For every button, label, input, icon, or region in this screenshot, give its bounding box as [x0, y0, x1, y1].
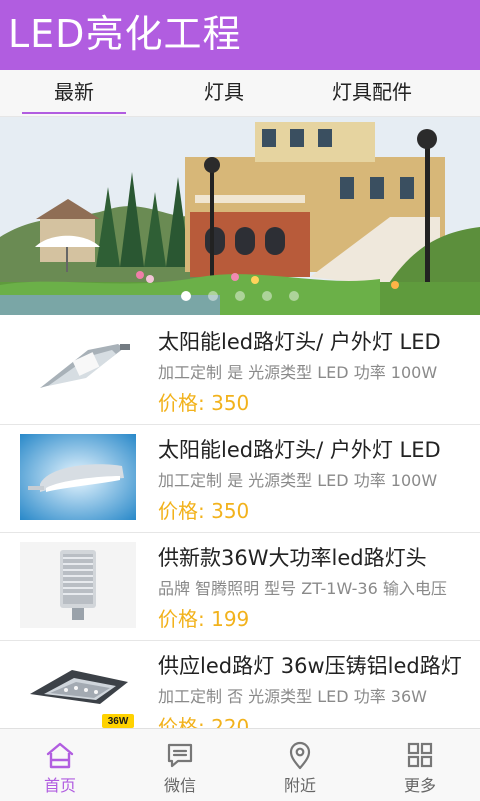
product-name: 供应led路灯 36w压铸铝led路灯	[158, 654, 462, 678]
nav-label: 首页	[43, 776, 76, 795]
carousel-dot[interactable]	[180, 291, 191, 301]
price-value: 199	[211, 607, 250, 631]
tab-fixtures[interactable]: 灯具	[172, 70, 276, 116]
product-name: 太阳能led路灯头/ 户外灯 LED	[158, 330, 441, 354]
nav-wechat[interactable]: 微信	[120, 729, 240, 801]
category-tabs: 最新 灯具 灯具配件	[0, 70, 480, 117]
chat-icon	[167, 743, 193, 768]
carousel-dot[interactable]	[262, 291, 273, 301]
product-thumbnail	[20, 434, 136, 520]
product-price: 价格: 199	[158, 606, 249, 632]
product-price: 价格: 350	[158, 498, 249, 524]
product-item[interactable]: 太阳能led路灯头/ 户外灯 LED 加工定制 是 光源类型 LED 功率 10…	[0, 424, 480, 533]
price-label: 价格:	[158, 607, 205, 631]
nav-label: 附近	[283, 776, 316, 795]
product-badge: 36W	[108, 716, 129, 727]
banner-carousel[interactable]	[0, 117, 480, 315]
product-spec: 加工定制 否 光源类型 LED 功率 36W	[158, 687, 427, 706]
home-icon	[46, 742, 74, 769]
product-item[interactable]: 36W 供应led路灯 36w压铸铝led路灯 加工定制 否 光源类型 LED …	[0, 640, 480, 728]
product-item[interactable]: 供新款36W大功率led路灯头 品牌 智腾照明 型号 ZT-1W-36 输入电压…	[0, 532, 480, 641]
price-value: 350	[211, 391, 250, 415]
product-list[interactable]: 太阳能led路灯头/ 户外灯 LED 加工定制 是 光源类型 LED 功率 10…	[0, 316, 480, 728]
price-label: 价格:	[158, 391, 205, 415]
grid-icon	[407, 742, 433, 768]
nav-label: 更多	[403, 776, 436, 795]
price-value: 350	[211, 499, 250, 523]
product-price: 价格: 220	[158, 714, 249, 728]
nav-nearby[interactable]: 附近	[240, 729, 360, 801]
product-spec: 加工定制 是 光源类型 LED 功率 100W	[158, 471, 438, 490]
nav-home[interactable]: 首页	[0, 729, 120, 801]
price-label: 价格:	[158, 715, 205, 728]
product-item[interactable]: 太阳能led路灯头/ 户外灯 LED 加工定制 是 光源类型 LED 功率 10…	[0, 316, 480, 425]
carousel-dot[interactable]	[235, 291, 245, 301]
nav-more[interactable]: 更多	[360, 729, 480, 801]
tab-fixture-accessories[interactable]: 灯具配件	[308, 70, 436, 116]
price-label: 价格:	[158, 499, 205, 523]
tab-label: 灯具配件	[332, 80, 412, 104]
app-header: LED亮化工程	[0, 0, 480, 70]
product-thumbnail: 36W	[20, 650, 136, 728]
product-thumbnail	[20, 326, 136, 412]
product-name: 供新款36W大功率led路灯头	[158, 546, 427, 570]
active-tab-indicator	[22, 112, 126, 114]
app-title: LED亮化工程	[8, 12, 242, 56]
nav-label: 微信	[163, 776, 196, 795]
product-thumbnail	[20, 542, 136, 628]
product-name: 太阳能led路灯头/ 户外灯 LED	[158, 438, 441, 462]
carousel-dot[interactable]	[207, 291, 218, 301]
product-spec: 品牌 智腾照明 型号 ZT-1W-36 输入电压	[158, 579, 447, 598]
location-pin-icon	[289, 741, 311, 770]
tab-label: 灯具	[204, 80, 244, 104]
carousel-dot[interactable]	[289, 291, 300, 301]
tab-label: 最新	[54, 80, 94, 104]
carousel-dots	[0, 286, 480, 305]
tab-latest[interactable]: 最新	[22, 70, 126, 116]
price-value: 220	[211, 715, 250, 728]
product-spec: 加工定制 是 光源类型 LED 功率 100W	[158, 363, 438, 382]
product-price: 价格: 350	[158, 390, 249, 416]
bottom-nav: 首页 微信 附近 更多	[0, 728, 480, 801]
